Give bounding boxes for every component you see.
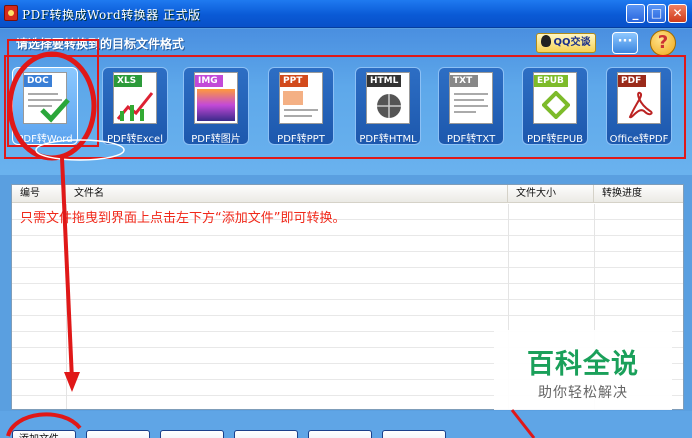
toolbar-button-4[interactable]	[234, 430, 298, 438]
qq-chat-button[interactable]: QQ交谈	[536, 33, 596, 53]
format-word[interactable]: DOC PDF转Word	[12, 67, 78, 145]
chat-bubble-icon[interactable]: ···	[612, 32, 638, 54]
checkmark-icon	[40, 98, 70, 123]
format-badge: DOC	[24, 75, 52, 87]
img-file-icon: IMG	[194, 72, 238, 124]
file-list-header: 编号 文件名 文件大小 转换进度	[12, 185, 683, 203]
penguin-icon	[541, 35, 552, 47]
format-image[interactable]: IMG PDF转图片	[183, 67, 249, 145]
format-office-to-pdf[interactable]: PDF Office转PDF	[606, 67, 672, 145]
format-ppt[interactable]: PPT PDF转PPT	[268, 67, 334, 145]
chart-icon	[116, 92, 154, 121]
format-badge: XLS	[114, 75, 142, 87]
format-panel: 请选择要转换到的目标文件格式 QQ交谈 ··· ? DOC PDF转Word X…	[0, 29, 692, 175]
txt-file-icon: TXT	[449, 72, 493, 124]
format-html[interactable]: HTML PDF转HTML	[355, 67, 421, 145]
format-label: PDF转EPUB	[526, 134, 583, 145]
title-bar: PDF转换成Word转换器 正式版 _ □ ✕	[0, 0, 692, 28]
format-label: PDF转Word	[17, 134, 73, 145]
format-badge: TXT	[450, 75, 478, 87]
watermark-subtitle: 助你轻松解决	[538, 385, 628, 401]
toolbar-button-6[interactable]	[382, 430, 446, 438]
doc-file-icon: DOC	[23, 72, 70, 124]
ppt-file-icon: PPT	[279, 72, 323, 124]
format-badge: PDF	[618, 75, 646, 87]
format-badge: EPUB	[534, 75, 568, 87]
format-excel[interactable]: XLS PDF转Excel	[102, 67, 168, 145]
column-progress[interactable]: 转换进度	[594, 185, 683, 203]
drag-hint-text: 只需文件拖曳到界面上点击左下方“添加文件”即可转换。	[20, 211, 346, 226]
xls-file-icon: XLS	[113, 72, 157, 124]
format-badge: HTML	[367, 75, 401, 87]
format-label: PDF转Excel	[107, 134, 163, 145]
app-icon	[4, 5, 18, 21]
toolbar-button-5[interactable]	[308, 430, 372, 438]
format-epub[interactable]: EPUB PDF转EPUB	[522, 67, 588, 145]
epub-file-icon: EPUB	[533, 72, 577, 124]
add-file-button[interactable]: 添加文件	[12, 430, 76, 438]
minimize-button[interactable]: _	[626, 4, 645, 23]
epub-logo-icon	[542, 91, 570, 119]
pdf-file-icon: PDF	[617, 72, 661, 124]
format-label: PDF转PPT	[277, 134, 325, 145]
window-title: PDF转换成Word转换器 正式版	[22, 8, 201, 22]
close-button[interactable]: ✕	[668, 4, 687, 23]
maximize-button[interactable]: □	[647, 4, 666, 23]
column-index[interactable]: 编号	[12, 185, 66, 203]
format-badge: PPT	[280, 75, 308, 87]
format-label: Office转PDF	[609, 134, 669, 145]
format-label: PDF转TXT	[446, 134, 496, 145]
format-label: PDF转HTML	[359, 134, 417, 145]
html-file-icon: HTML	[366, 72, 410, 124]
toolbar-button-3[interactable]	[160, 430, 224, 438]
watermark: 百科全说 助你轻松解决	[494, 330, 672, 410]
help-icon[interactable]: ?	[650, 30, 676, 56]
format-txt[interactable]: TXT PDF转TXT	[438, 67, 504, 145]
format-label: PDF转图片	[191, 134, 241, 145]
format-selection-box: DOC PDF转Word XLS PDF转Excel IMG PDF转图片 PP…	[4, 55, 686, 159]
globe-icon	[377, 94, 401, 118]
column-filename[interactable]: 文件名	[66, 185, 508, 203]
format-prompt: 请选择要转换到的目标文件格式	[16, 37, 185, 51]
format-badge: IMG	[195, 75, 223, 87]
column-filesize[interactable]: 文件大小	[508, 185, 594, 203]
bottom-toolbar: 添加文件	[0, 411, 692, 438]
toolbar-button-2[interactable]	[86, 430, 150, 438]
qq-chat-label: QQ交谈	[553, 37, 591, 48]
acrobat-icon	[628, 91, 653, 119]
watermark-title: 百科全说	[527, 349, 639, 380]
